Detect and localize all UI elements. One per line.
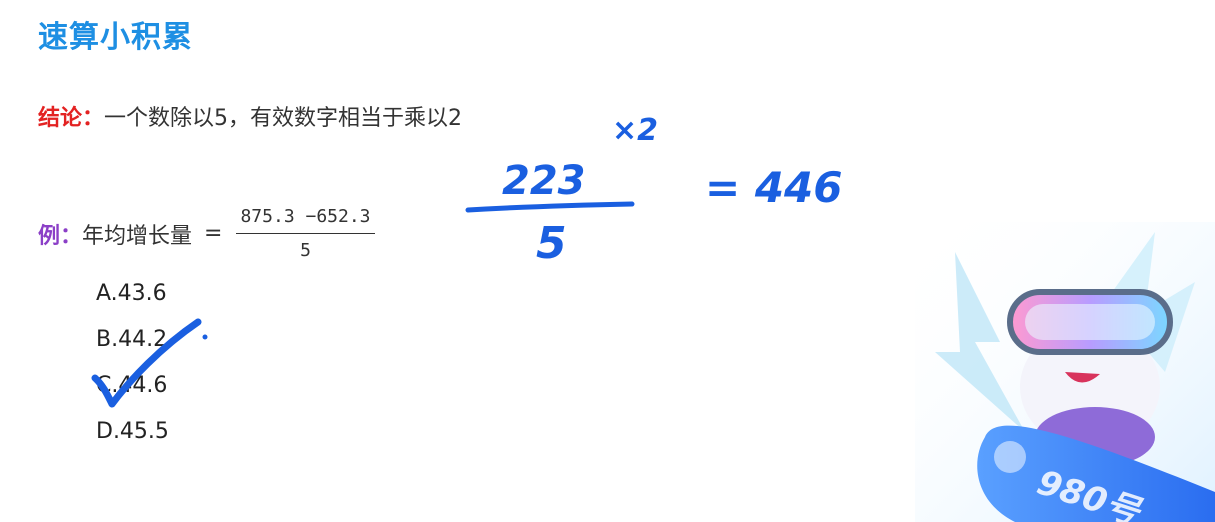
hand-multiplier: ×2 (612, 113, 658, 148)
option-c[interactable]: C.44.6 (96, 371, 169, 417)
mascot-illustration: 980号 (915, 222, 1215, 522)
option-b[interactable]: B.44.2 (96, 325, 169, 371)
example-label: 例： (38, 223, 83, 249)
example-line: 例： 年均增长量 = 875.3 −652.3 5 (38, 206, 375, 261)
answer-options: A.43.6 B.44.2 C.44.6 D.45.5 (96, 279, 169, 463)
example-fraction: 875.3 −652.3 5 (236, 206, 375, 261)
hand-denominator: 5 (536, 218, 567, 269)
example-text: 年均增长量 (82, 223, 193, 249)
conclusion-label: 结论： (38, 106, 105, 131)
hand-numerator: 223 (502, 158, 586, 204)
fraction-denominator: 5 (300, 240, 311, 261)
hand-result: = 446 (705, 163, 842, 212)
hand-fraction-bar (465, 201, 635, 213)
equals-sign: = (204, 221, 223, 246)
fraction-numerator: 875.3 −652.3 (236, 206, 375, 234)
conclusion-text: 一个数除以5，有效数字相当于乘以2 (104, 106, 463, 131)
option-d[interactable]: D.45.5 (96, 417, 169, 463)
page-title: 速算小积累 (38, 20, 193, 55)
conclusion-line: 结论：一个数除以5，有效数字相当于乘以2 (38, 100, 462, 132)
option-a[interactable]: A.43.6 (96, 279, 169, 325)
